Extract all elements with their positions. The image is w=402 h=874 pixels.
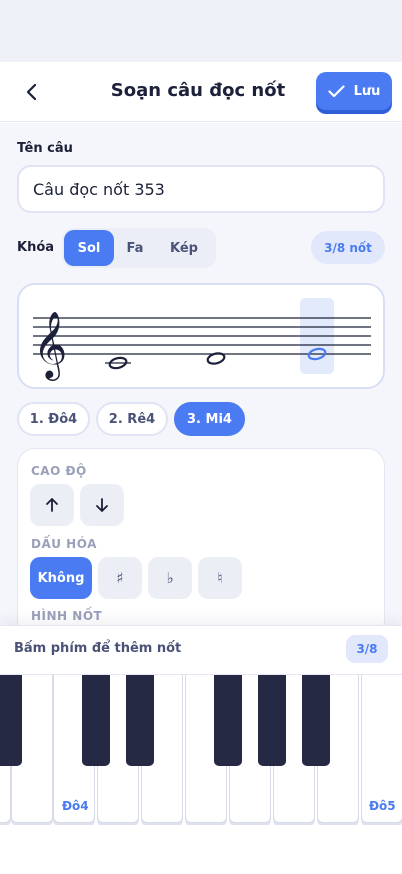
clef-option-fa[interactable]: Fa (114, 230, 156, 266)
chevron-left-icon (26, 83, 37, 101)
clef-label: Khóa (17, 240, 55, 255)
pitch-up-button[interactable] (30, 484, 74, 526)
clef-option-sol[interactable]: Sol (64, 230, 114, 266)
top-app-bar: Soạn câu đọc nốt Lưu (0, 62, 402, 122)
note-chip-3[interactable]: 3. Mi4 (174, 402, 245, 436)
save-button[interactable]: Lưu (316, 72, 392, 110)
note-chip-1[interactable]: 1. Đô4 (17, 402, 90, 436)
key-label-do4: Đô4 (62, 799, 89, 813)
name-input[interactable] (17, 165, 385, 213)
note-chip-2[interactable]: 2. Rê4 (96, 402, 168, 436)
sharp-button[interactable]: ♯ (98, 557, 142, 599)
clef-option-kep[interactable]: Kép (156, 230, 212, 266)
keyboard-panel: Bấm phím để thêm nốt 3/8 Đô4 Đô5 (0, 625, 402, 874)
note-count-badge: 3/8 nốt (311, 231, 385, 264)
black-key-la-sharp4[interactable] (302, 675, 330, 766)
keyboard-hint: Bấm phím để thêm nốt (14, 641, 182, 656)
treble-clef-icon: 𝄞 (33, 310, 67, 381)
piano-keyboard: Đô4 Đô5 (0, 675, 402, 825)
page-title: Soạn câu đọc nốt (110, 80, 286, 101)
save-button-label: Lưu (353, 83, 381, 99)
pitch-down-button[interactable] (80, 484, 124, 526)
arrow-up-icon (46, 498, 58, 512)
staff-preview[interactable]: 𝄞 (17, 283, 385, 389)
key-label-do5: Đô5 (369, 799, 396, 813)
keyboard-count-badge: 3/8 (346, 635, 388, 663)
back-button[interactable] (16, 76, 48, 108)
note-editor-card: CAO ĐỘ DẤU HÓA Không ♯ ♭ ♮ HÌNH NỐT (17, 448, 385, 638)
black-key-fa-sharp4[interactable] (214, 675, 242, 766)
natural-button[interactable]: ♮ (198, 557, 242, 599)
flat-button[interactable]: ♭ (148, 557, 192, 599)
arrow-down-icon (96, 498, 108, 512)
black-key-la-sharp3[interactable] (0, 675, 22, 766)
status-bar-area (0, 0, 402, 62)
duration-section-label: HÌNH NỐT (31, 609, 103, 623)
accidental-section-label: DẤU HÓA (31, 537, 97, 551)
clef-selector: Sol Fa Kép (62, 228, 216, 268)
black-key-re-sharp4[interactable] (126, 675, 154, 766)
name-label: Tên câu (17, 141, 73, 156)
black-key-sol-sharp4[interactable] (258, 675, 286, 766)
check-icon (327, 84, 345, 97)
staff-svg: 𝄞 (33, 298, 371, 381)
black-key-do-sharp4[interactable] (82, 675, 110, 766)
accidental-none-button[interactable]: Không (30, 557, 92, 599)
pitch-section-label: CAO ĐỘ (31, 464, 87, 478)
